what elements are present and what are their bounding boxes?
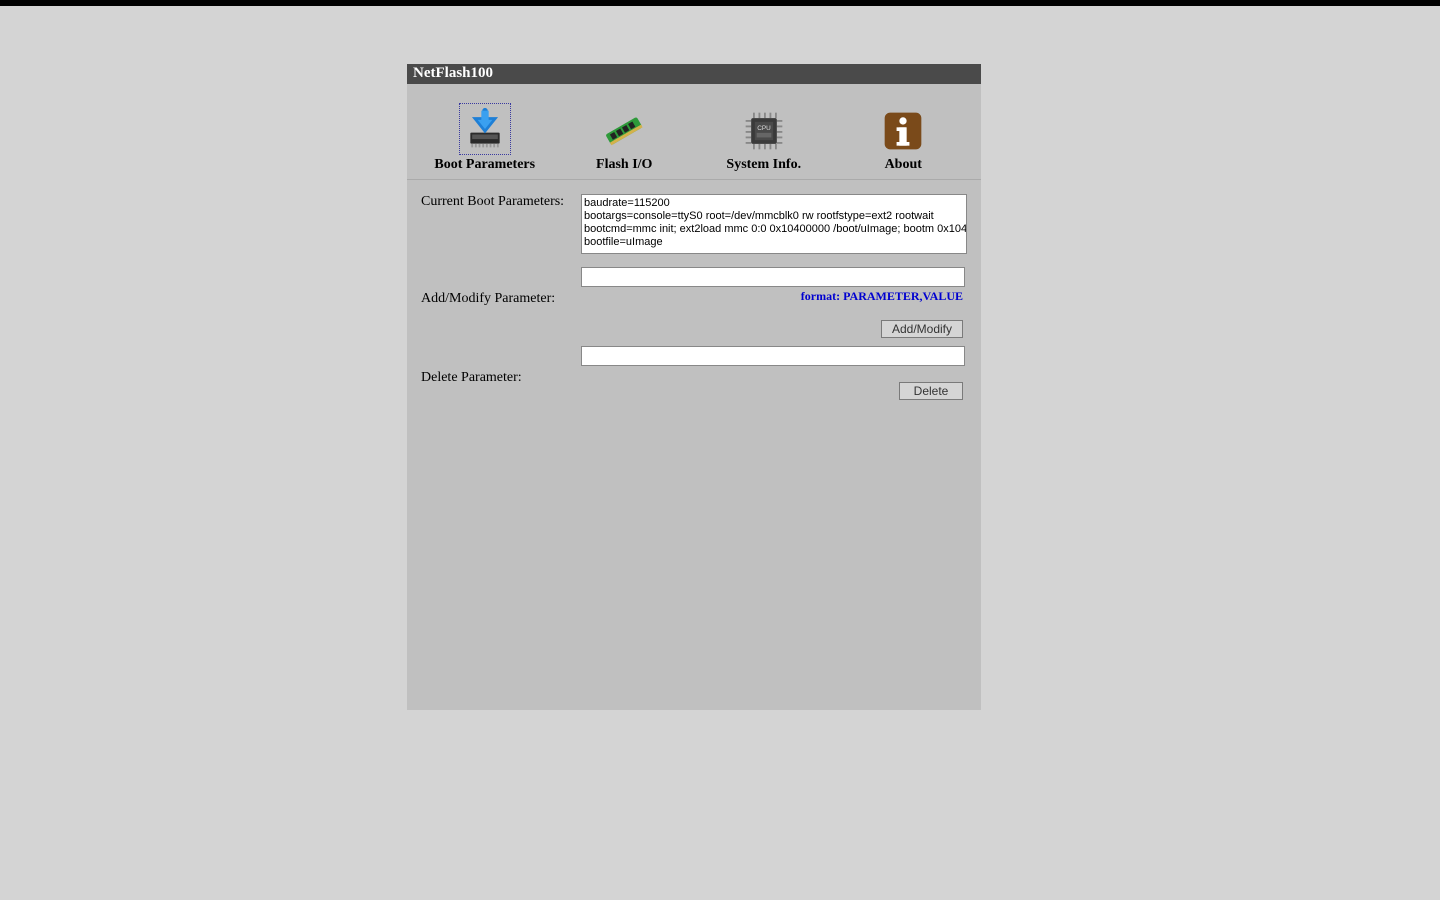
ram-stick-icon: [600, 107, 648, 155]
info-icon: [879, 107, 927, 155]
app-window: NetFlash100 Boot Parameters: [407, 64, 981, 710]
content-panel: Current Boot Parameters: Add/Modify Para…: [407, 180, 981, 710]
window-top-border: [0, 0, 1440, 6]
nav-system-info[interactable]: CPU System Info.: [704, 107, 824, 173]
nav-bar: Boot Parameters Flash I/O: [407, 84, 981, 180]
svg-text:CPU: CPU: [757, 125, 771, 132]
add-modify-button[interactable]: Add/Modify: [881, 320, 963, 338]
current-params-label: Current Boot Parameters:: [419, 190, 579, 263]
nav-label: Flash I/O: [596, 157, 652, 173]
nav-label: About: [885, 157, 922, 173]
nav-label: System Info.: [726, 157, 801, 173]
cpu-chip-icon: CPU: [740, 107, 788, 155]
nav-about[interactable]: About: [843, 107, 963, 173]
add-modify-input[interactable]: [581, 267, 965, 287]
add-modify-hint: format: PARAMETER,VALUE: [581, 289, 963, 304]
nav-flash-io[interactable]: Flash I/O: [564, 107, 684, 173]
nav-boot-parameters[interactable]: Boot Parameters: [425, 103, 545, 173]
chip-download-icon: [459, 103, 511, 155]
window-title: NetFlash100: [407, 64, 981, 84]
delete-label: Delete Parameter:: [419, 342, 579, 404]
add-modify-label: Add/Modify Parameter:: [419, 263, 579, 342]
current-params-textarea[interactable]: [581, 194, 967, 254]
delete-input[interactable]: [581, 346, 965, 366]
form-table: Current Boot Parameters: Add/Modify Para…: [419, 190, 969, 404]
nav-label: Boot Parameters: [434, 157, 535, 173]
delete-button[interactable]: Delete: [899, 382, 963, 400]
